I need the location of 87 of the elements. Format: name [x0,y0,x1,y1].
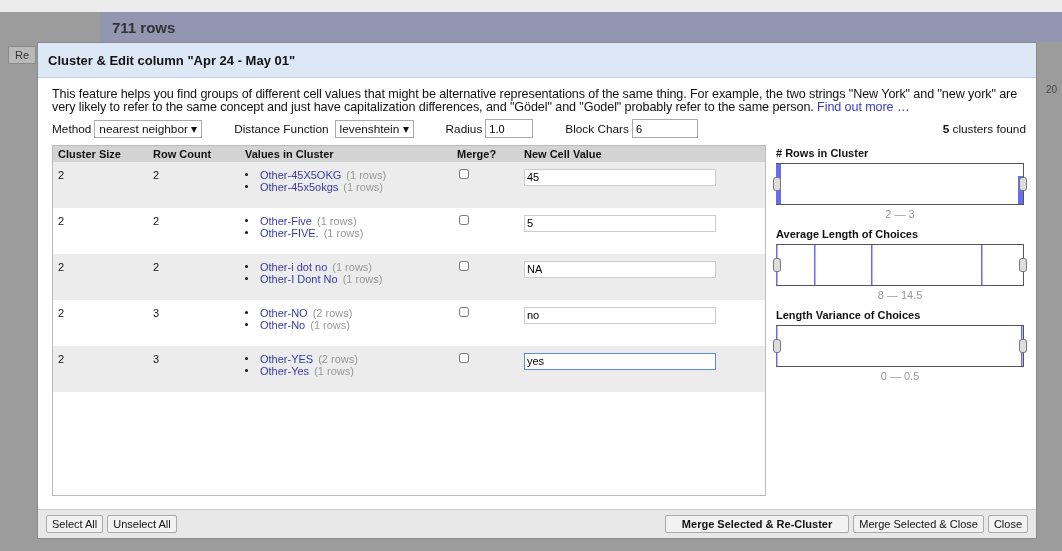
footer-button[interactable]: Close [987,515,1028,533]
merge-checkbox[interactable] [459,168,469,179]
footer-button[interactable]: Merge Selected & Close [853,515,984,533]
column-header: Merge? [457,147,498,160]
slider-handle[interactable] [773,176,781,191]
clusters-found-text: 5 clusters found [942,121,1026,136]
radius-label: Radius [445,121,483,136]
table-cell-text: 2 [153,260,161,273]
dialog-title: Cluster & Edit column "Apr 24 - May 01" [48,52,296,68]
method-label: Method [52,121,92,136]
footer-button[interactable]: Unselect All [107,515,177,533]
method-dropdown[interactable]: nearest neighbor ▾ [94,119,203,138]
slider-handle[interactable] [773,338,781,353]
bullet-icon [245,173,248,177]
bullet-icon [245,185,248,189]
bullet-icon [245,219,248,223]
distance-dropdown[interactable]: levenshtein ▾ [334,119,414,138]
block-chars-field[interactable]: 6 [631,119,698,139]
new-value-field[interactable]: no [524,306,716,324]
cluster-value-link[interactable]: Other-YES [260,352,314,365]
merge-checkbox[interactable] [459,260,469,271]
bullet-icon [245,369,248,373]
row-count-text: (1 rows) [310,318,350,331]
row-count-text: (1 rows) [342,272,383,285]
bullet-icon [245,277,248,281]
table-cell-text: 3 [153,352,161,365]
row-count-text: (2 rows) [318,352,358,365]
facet-title: Average Length of Choices [776,227,919,240]
merge-checkbox[interactable] [459,306,469,317]
distance-label: Distance Function [234,121,329,136]
row-count: 711 rows [112,18,176,36]
new-value-field[interactable]: 5 [524,214,716,232]
facet-title: Length Variance of Choices [776,308,922,321]
cluster-value-link[interactable]: Other-I Dont No [260,272,338,285]
column-header: New Cell Value [524,147,603,160]
background-button[interactable]: Re [8,46,37,64]
table-cell-text: 2 [57,168,66,181]
row-count-text: (1 rows) [316,214,357,227]
bullet-icon [245,357,248,361]
bullet-icon [245,323,248,327]
row-count-text: (1 rows) [332,260,372,273]
new-value-field[interactable]: yes [524,352,716,370]
column-header: Cluster Size [57,147,122,160]
merge-checkbox[interactable] [459,214,469,225]
row-count-text: (2 rows) [312,306,353,319]
range-text: 2 — 3 [884,207,916,220]
row-count-text: (1 rows) [343,180,383,193]
merge-checkbox[interactable] [459,352,469,363]
table-cell-text: 2 [57,306,66,319]
bullet-icon [245,231,248,235]
cluster-value-link[interactable]: Other-NO [260,306,308,319]
range-text: 8 — 14.5 [876,288,924,301]
table-cell-text: 2 [57,214,66,227]
radius-field[interactable]: 1.0 [485,119,534,139]
description-text: This feature helps you find groups of different cell values that might be alternative representations of the same thing. For example, the two strings "New York" and "new york" are very likely to refer to the same concept and just have capitalization differences, and "Gödel" and "Godel" probably refer to the same person. Find out more … [52,88,1019,113]
find-out-more-link[interactable]: Find out more … [817,99,910,114]
table-cell-text: 2 [57,352,66,365]
cluster-value-link[interactable]: Other-Five [260,214,312,227]
row-count-text: (1 rows) [314,364,354,377]
column-header-text: 20 [1046,84,1058,95]
footer-button[interactable]: Select All [46,515,104,533]
table-cell-text: 3 [153,306,161,319]
column-header: Values in Cluster [245,147,335,160]
facet-title: # Rows in Cluster [776,146,870,159]
range-text: 0 — 0.5 [879,369,921,382]
slider-handle[interactable] [1019,257,1027,272]
bullet-icon [245,311,248,315]
new-value-field[interactable]: NA [524,260,716,278]
table-cell-text: 2 [57,260,66,273]
cluster-value-link[interactable]: Other-No [260,318,306,331]
cluster-value-link[interactable]: Other-45X5OKG [260,168,342,181]
cluster-value-link[interactable]: Other-i dot no [260,260,328,273]
table-cell-text: 2 [153,168,161,181]
bullet-icon [245,265,248,269]
slider-handle[interactable] [1019,338,1027,353]
footer-button[interactable]: Merge Selected & Re-Cluster [664,515,850,533]
row-count-text: (1 rows) [346,168,387,181]
block-chars-label: Block Chars [565,121,629,136]
slider-handle[interactable] [773,257,781,272]
cluster-value-link[interactable]: Other-45x5okgs [260,180,339,193]
row-count-text: (1 rows) [323,226,364,239]
cluster-value-link[interactable]: Other-Yes [260,364,310,377]
table-cell-text: 2 [153,214,161,227]
new-value-field[interactable]: 45 [524,168,716,186]
slider-handle[interactable] [1019,176,1027,191]
cluster-value-link[interactable]: Other-FIVE. [260,226,319,239]
column-header: Row Count [153,147,213,160]
